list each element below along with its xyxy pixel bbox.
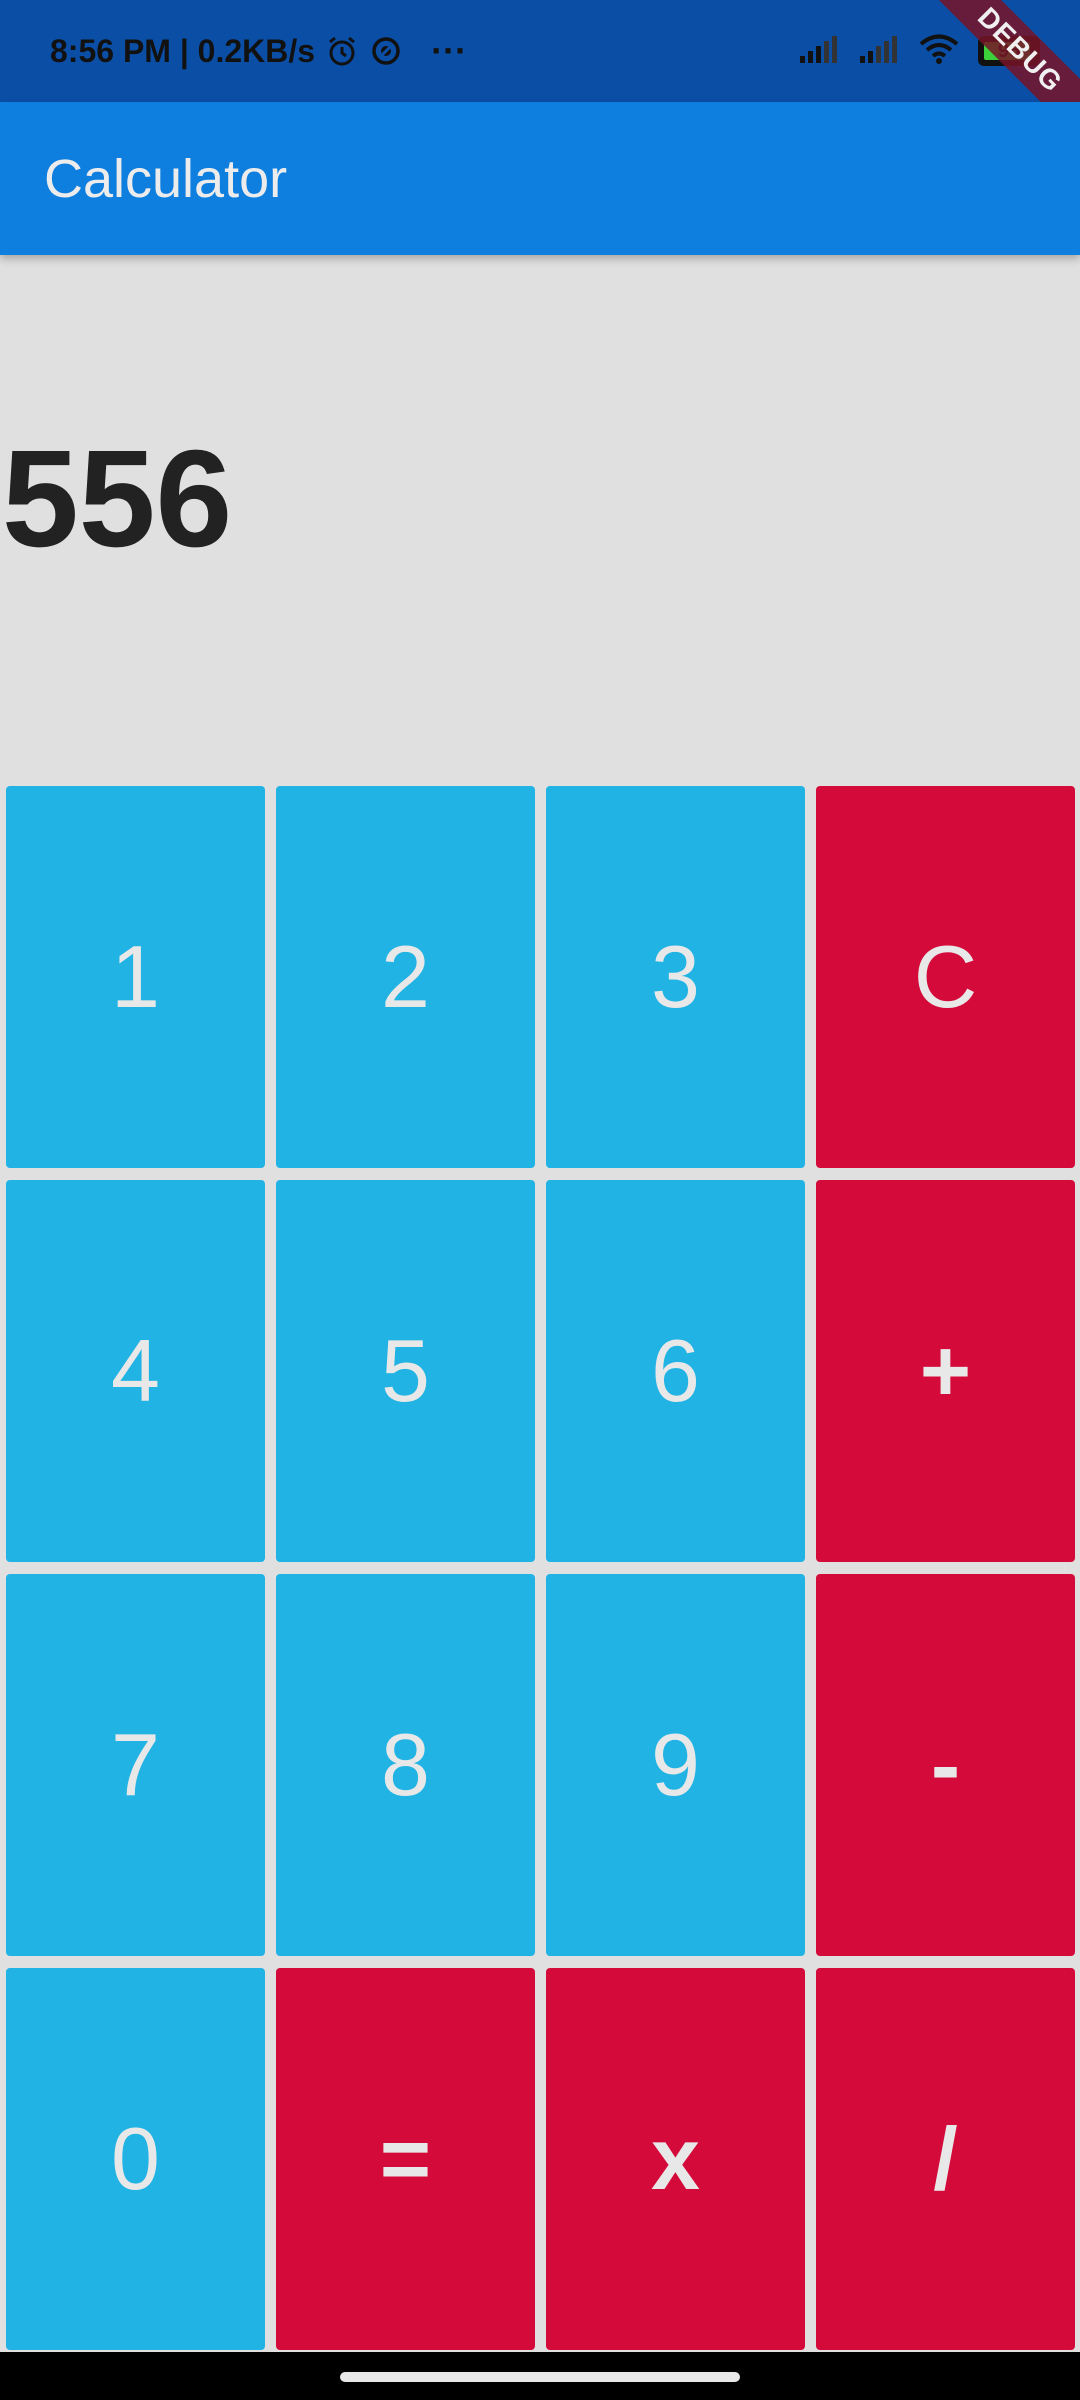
sync-icon [369,34,403,68]
signal-icon [798,34,840,69]
key-2[interactable]: 2 [276,786,535,1168]
keypad: 1 2 3 C 4 5 6 + 7 8 9 - 0 = x / [0,784,1080,2354]
key-4[interactable]: 4 [6,1180,265,1562]
key-multiply[interactable]: x [546,1968,805,2350]
key-6[interactable]: 6 [546,1180,805,1562]
wifi-icon [918,33,960,70]
status-time: 8:56 PM | 0.2KB/s [50,32,316,69]
app-bar: Calculator [0,102,1080,255]
navigation-bar [0,2352,1080,2400]
key-equals[interactable]: = [276,1968,535,2350]
key-5[interactable]: 5 [276,1180,535,1562]
display-value: 556 [2,422,233,576]
app-title: Calculator [44,148,288,209]
signal-icon-2 [858,34,900,69]
home-gesture-handle[interactable] [340,2372,740,2382]
key-3[interactable]: 3 [546,786,805,1168]
more-notifications-icon: ··· [431,30,468,71]
status-bar: 8:56 PM | 0.2KB/s ··· 96 DEBUG [0,0,1080,158]
key-7[interactable]: 7 [6,1574,265,1956]
status-left: 8:56 PM | 0.2KB/s ··· [50,0,467,102]
key-clear[interactable]: C [816,786,1075,1168]
key-0[interactable]: 0 [6,1968,265,2350]
key-8[interactable]: 8 [276,1574,535,1956]
key-plus[interactable]: + [816,1180,1075,1562]
alarm-icon [325,34,359,68]
key-divide[interactable]: / [816,1968,1075,2350]
key-9[interactable]: 9 [546,1574,805,1956]
calculator-display: 556 [0,255,1080,785]
key-minus[interactable]: - [816,1574,1075,1956]
key-1[interactable]: 1 [6,786,265,1168]
